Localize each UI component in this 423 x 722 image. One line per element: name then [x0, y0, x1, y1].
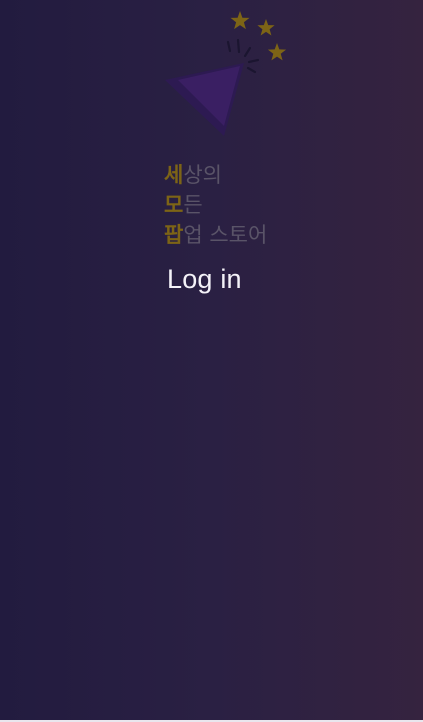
- brand-line-3-rest: 업 스토어: [183, 223, 268, 247]
- brand-slogan: 세상의 모든 팝업 스토어: [164, 160, 267, 250]
- brand-line-3: 팝업 스토어: [164, 220, 267, 250]
- party-popper-logo-icon: [165, 11, 287, 136]
- login-screen: 세상의 모든 팝업 스토어 Log in: [0, 0, 423, 722]
- brand-line-2: 모든: [164, 190, 267, 220]
- star-icon: [257, 19, 275, 36]
- brand-line-1: 세상의: [164, 160, 267, 190]
- star-icon: [230, 11, 250, 30]
- login-button[interactable]: Log in: [167, 264, 242, 295]
- brand-line-2-rest: 든: [183, 193, 203, 217]
- brand-line-1-rest: 상의: [183, 163, 222, 187]
- brand-line-3-highlight: 팝: [164, 223, 184, 247]
- star-icon: [267, 43, 287, 61]
- brand-line-1-highlight: 세: [164, 163, 184, 187]
- brand-line-2-highlight: 모: [164, 193, 184, 217]
